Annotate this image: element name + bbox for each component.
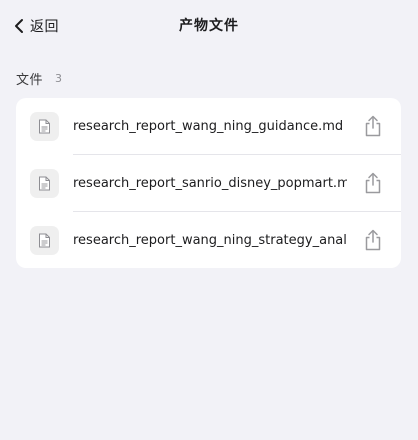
document-icon	[30, 169, 59, 198]
file-name: research_report_sanrio_disney_popmart.md	[73, 176, 347, 191]
section-title: 文件	[16, 72, 44, 88]
file-count: 3	[55, 71, 63, 85]
file-name: research_report_wang_ning_guidance.md	[73, 119, 344, 134]
file-row[interactable]: research_report_wang_ning_guidance.md	[16, 98, 401, 155]
file-row[interactable]: research_report_sanrio_disney_popmart.md	[16, 155, 401, 212]
share-icon[interactable]	[363, 115, 383, 137]
navigation-bar: 返回 产物文件	[0, 0, 418, 52]
file-name: research_report_wang_ning_strategy_analy…	[73, 233, 347, 248]
document-icon	[30, 112, 59, 141]
share-icon[interactable]	[363, 229, 383, 251]
page-title: 产物文件	[179, 18, 239, 34]
share-icon[interactable]	[363, 172, 383, 194]
document-icon	[30, 226, 59, 255]
file-row[interactable]: research_report_wang_ning_strategy_analy…	[16, 212, 401, 268]
files-section-header: 文件 3	[16, 69, 63, 88]
file-list: research_report_wang_ning_guidance.md re…	[16, 98, 401, 268]
